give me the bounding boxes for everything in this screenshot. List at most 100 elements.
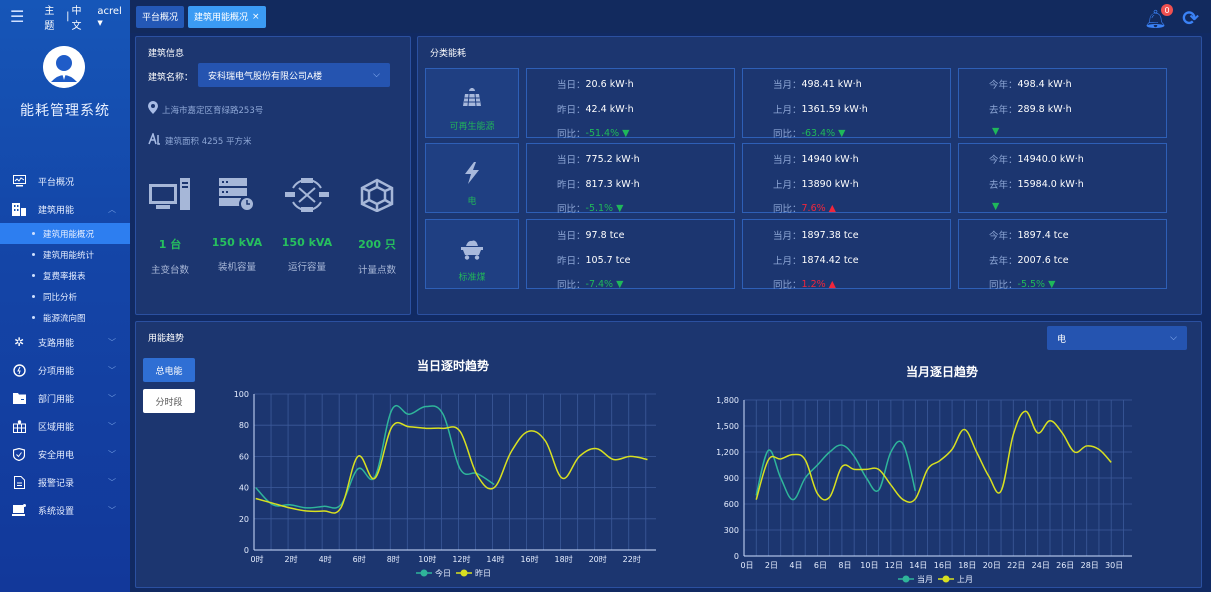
sidebar-subitem-building-stats[interactable]: 建筑用能统计 [0,244,130,265]
stat-installed-capacity: 150 kVA 装机容量 [207,177,267,273]
previous-value: 2007.6 tce [1017,254,1069,266]
stat-running-capacity: 150 kVA 运行容量 [277,177,337,273]
legend-marker [942,575,950,583]
tab-building-overview[interactable]: 建筑用能概况 × [188,5,266,28]
user-menu[interactable]: acrel ▼ [97,6,130,28]
bullet [32,295,35,298]
menu-icon[interactable]: ☰ [10,7,24,26]
building-area: 建筑面积 4255 平方米 [148,131,252,149]
shield-icon [12,447,26,461]
series-line-1 [255,421,648,514]
category-2: 标准煤 [425,219,519,289]
caret-down-icon: ▼ [97,18,103,27]
change-row: 同比： 1.2% ▲ [773,277,836,292]
solar-panel-icon [426,87,518,109]
chevron-down-icon: ﹀ [108,449,116,459]
category-name: 标准煤 [458,273,486,283]
change-percent: -5.5% [1017,278,1046,290]
avatar[interactable] [43,46,85,88]
sidebar-item-safety[interactable]: 安全用电 ﹀ [0,440,130,468]
chevron-down-icon: ﹀ [108,365,116,375]
x-tick-label: 30日 [1105,561,1123,570]
x-tick-label: 28日 [1081,561,1099,570]
x-tick-label: 4日 [789,561,802,570]
previous-label: 上月： [773,256,802,267]
x-tick-label: 14时 [486,554,504,564]
stat-label: 计量点数 [357,265,396,276]
panel-title: 建筑信息 [148,49,185,59]
previous-label: 昨日： [557,180,586,191]
sidebar-subitem-rate-report[interactable]: 复费率报表 [0,265,130,286]
x-tick-label: 18时 [555,554,573,564]
panel-title: 用能趋势 [148,334,185,344]
chart-title-hourly: 当日逐时趋势 [417,359,490,373]
sidebar-item-label: 安全用电 [38,450,75,461]
sidebar-item-platform[interactable]: 平台概况 [0,167,130,195]
sidebar-item-building[interactable]: 建筑用能 ︿ [0,195,130,223]
sidebar-subitem-energy-flow[interactable]: 能源流向图 [0,307,130,328]
legend-label: 上月 [957,575,973,584]
x-tick-label: 18日 [958,561,976,570]
language-link[interactable]: 中文 [72,2,92,32]
sidebar-subitem-yoy-analysis[interactable]: 同比分析 [0,286,130,307]
sidebar-item-subitem-energy[interactable]: 分项用能 ﹀ [0,356,130,384]
refresh-icon[interactable]: ⟳ [1182,6,1199,30]
previous-row: 上月： 13890 kW·h [773,177,859,192]
change-row: 同比： -7.4% ▼ [557,277,623,292]
previous-row: 去年： 289.8 kW·h [989,102,1072,117]
sidebar-subitem-building-overview[interactable]: 建筑用能概况 [0,223,130,244]
building-select[interactable]: 安科瑞电气股份有限公司A楼 ⌵ [198,63,390,87]
previous-row: 昨日： 42.4 kW·h [557,102,634,117]
current-value: 97.8 tce [585,229,625,241]
change-percent: -51.4% [585,127,620,139]
sidebar-item-region[interactable]: 区域用能 ﹀ [0,412,130,440]
subitem-label: 建筑用能统计 [43,250,95,261]
close-icon[interactable]: × [252,12,260,22]
document-icon [12,475,26,489]
x-tick-label: 4时 [319,554,332,564]
building-select-value: 安科瑞电气股份有限公司A楼 [208,71,323,82]
sidebar-item-branch[interactable]: ✲ 支路用能 ﹀ [0,328,130,356]
chevron-down-icon: ⌵ [1170,333,1177,343]
chevron-down-icon: ﹀ [108,477,116,487]
change-row: ▼ [989,201,999,212]
category-name: 可再生能源 [449,122,495,132]
theme-link[interactable]: 主题 [44,2,64,32]
change-row: 同比： -5.5% ▼ [989,277,1055,292]
x-tick-label: 2日 [765,561,778,570]
sidebar-item-department[interactable]: 部门用能 ﹀ [0,384,130,412]
sidebar-item-label: 报警记录 [38,478,75,489]
stat-value: 1 台 [158,238,182,251]
daily-trend-chart: 0 300 600 900 1,200 1,500 1,800 0日 2日 4日 6日 8日 10日 12… [716,396,1132,584]
tab-platform-overview[interactable]: 平台概况 [136,5,185,28]
sidebar-item-settings[interactable]: 系统设置 ﹀ [0,496,130,524]
y-tick-label: 80 [239,421,249,430]
previous-label: 去年： [989,256,1018,267]
current-row: 当月： 14940 kW·h [773,152,859,167]
current-value: 14940.0 kW·h [1017,153,1084,165]
stat-box-day: 当日： 97.8 tce 昨日： 105.7 tce 同比： -7.4% ▼ [526,219,735,292]
change-percent: -7.4% [585,278,614,290]
legend-label: 昨日 [475,568,491,578]
x-tick-label: 10日 [860,561,878,570]
y-tick-label: 300 [724,526,739,535]
x-tick-label: 8日 [838,561,851,570]
time-period-button[interactable]: 分时段 [143,389,195,413]
category-0: 可再生能源 [425,68,519,138]
change-label: 同比： [989,280,1018,291]
current-row: 当月： 1897.38 tce [773,228,859,243]
previous-row: 上月： 1361.59 kW·h [773,102,868,117]
previous-label: 去年： [989,105,1018,116]
stat-box-year: 今年： 498.4 kW·h 去年： 289.8 kW·h ▼ [958,68,1167,138]
arrow-down-icon: ▼ [992,201,1000,212]
sidebar-item-label: 分项用能 [38,366,75,377]
total-energy-button[interactable]: 总电能 [143,358,195,382]
stat-box-day: 当日： 20.6 kW·h 昨日： 42.4 kW·h 同比： -51.4% ▼ [526,68,735,140]
previous-value: 105.7 tce [585,254,631,266]
y-tick-label: 1,200 [716,448,739,457]
energy-type-select[interactable]: 电 ⌵ [1047,326,1187,350]
sidebar-item-alarm[interactable]: 报警记录 ﹀ [0,468,130,496]
series-line-1 [755,410,1112,503]
y-tick-label: 100 [234,390,249,399]
tab-label: 建筑用能概况 [194,13,249,23]
